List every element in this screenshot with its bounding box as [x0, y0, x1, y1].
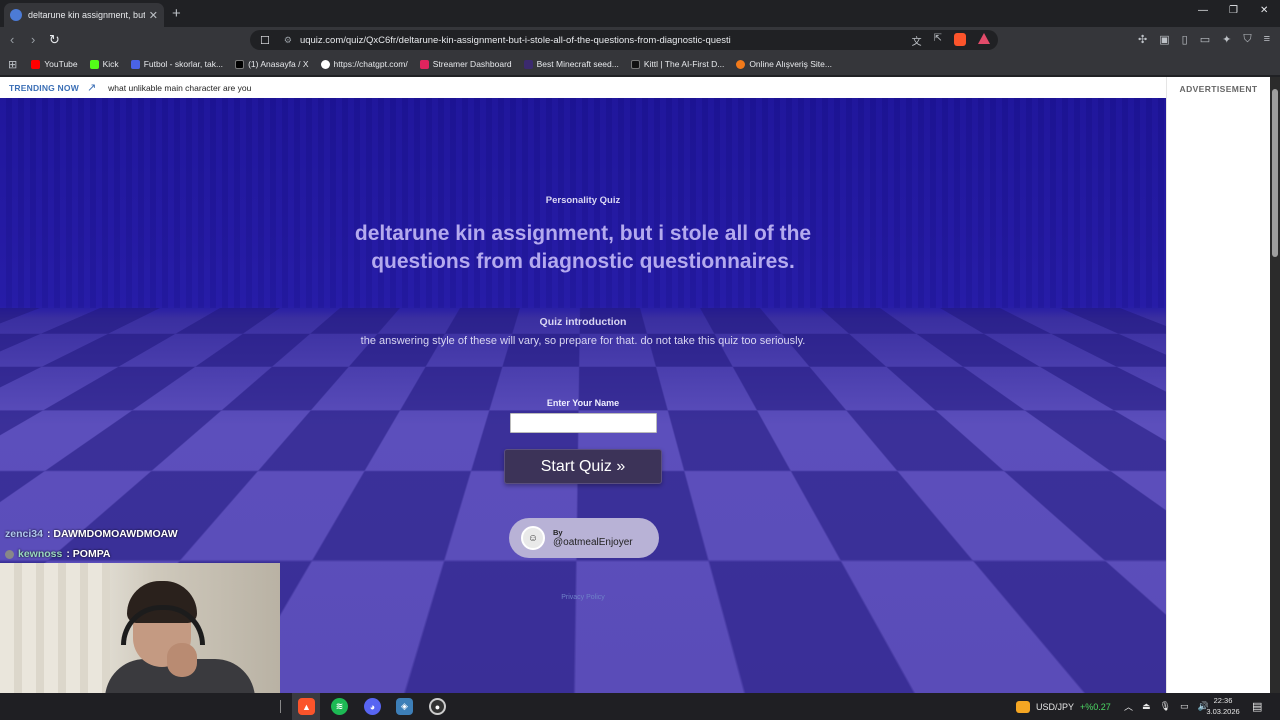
- trending-label: TRENDING NOW: [9, 82, 79, 93]
- clock-date: 3.03.2026: [1206, 707, 1240, 716]
- chat-text: : POMPA: [66, 548, 111, 560]
- tab-close-icon[interactable]: ✕: [149, 9, 158, 22]
- stream-chat-overlay: zenci34 : DAWMDOMOAWDMOAW kewnoss : POMP…: [0, 524, 200, 564]
- name-label: Enter Your Name: [546, 398, 620, 408]
- spotify-taskbar-icon[interactable]: ≋: [331, 698, 348, 715]
- chat-badge-icon: [5, 549, 14, 559]
- bookmark-x[interactable]: (1) Anasayfa / X: [235, 59, 309, 69]
- chat-message: zenci34 : DAWMDOMOAWDMOAW: [0, 524, 200, 544]
- bookmark-streamer-dashboard[interactable]: Streamer Dashboard: [419, 59, 512, 69]
- chat-text: : DAWMDOMOAWDMOAW: [46, 528, 178, 540]
- url-field[interactable]: ☐ ⚙ uquiz.com/quiz/QxC6fr/deltarune-kin-…: [250, 30, 998, 50]
- start-quiz-button[interactable]: Start Quiz »: [504, 449, 662, 484]
- microphone-icon[interactable]: 🎙: [1160, 701, 1171, 712]
- chat-username: zenci34: [5, 528, 43, 540]
- bookmark-online-shopping[interactable]: Online Alışveriş Site...: [736, 59, 832, 69]
- extensions-icon[interactable]: ✣: [1138, 33, 1147, 46]
- bookmark-futbol[interactable]: Futbol - skorlar, tak...: [130, 59, 223, 69]
- x-icon: [235, 59, 245, 69]
- ad-column: ADVERTISEMENT: [1166, 77, 1270, 693]
- notification-icon[interactable]: ▤: [1252, 693, 1262, 720]
- bookmark-kittl[interactable]: Kittl | The AI-First D...: [630, 59, 724, 69]
- shopping-icon: [736, 59, 746, 69]
- system-tray: ︿ ⏏ 🎙 ▭ 🔊: [1124, 693, 1209, 720]
- trending-link[interactable]: what unlikable main character are you: [108, 83, 251, 93]
- futbol-icon: [130, 59, 140, 69]
- display-icon[interactable]: ▭: [1180, 701, 1189, 712]
- wallet-icon[interactable]: ▭: [1200, 33, 1210, 46]
- kittl-icon: [630, 59, 640, 69]
- share-icon[interactable]: ⇱: [934, 33, 942, 48]
- usb-icon[interactable]: ⏏: [1142, 701, 1151, 712]
- fx-pair: USD/JPY: [1036, 701, 1075, 712]
- tray-expand-icon[interactable]: ︿: [1124, 700, 1133, 713]
- webcam-curtain: [0, 563, 110, 693]
- uquiz-favicon-icon: [10, 9, 22, 21]
- bookmark-chatgpt[interactable]: https://chatgpt.com/: [320, 59, 408, 69]
- obs-taskbar-icon[interactable]: ●: [429, 698, 446, 715]
- kick-icon: [89, 59, 99, 69]
- taskbar-clock[interactable]: 22:36 3.03.2026: [1200, 695, 1246, 717]
- author-badge[interactable]: ☺ By @oatmealEnjoyer: [509, 518, 659, 558]
- window-close-button[interactable]: ✕: [1260, 5, 1268, 16]
- currency-icon: [1016, 700, 1030, 713]
- app-taskbar-icon[interactable]: ◈: [396, 698, 413, 715]
- author-by-label: By: [553, 528, 563, 537]
- minecraft-icon: [523, 59, 533, 69]
- vpn-icon[interactable]: ⛉: [1243, 33, 1251, 46]
- brave-shields-icon[interactable]: [954, 33, 966, 46]
- address-bar-row: ‹ › ↻ ☐ ⚙ uquiz.com/quiz/QxC6fr/deltarun…: [0, 27, 1280, 53]
- reload-button[interactable]: ↻: [49, 32, 60, 48]
- page-scrollbar[interactable]: [1270, 77, 1280, 693]
- bookmark-youtube[interactable]: YouTube: [31, 59, 78, 69]
- browser-tab-active[interactable]: deltarune kin assignment, but i s ✕: [4, 3, 164, 27]
- trending-bar: TRENDING NOW ↗ what unlikable main chara…: [0, 77, 1166, 98]
- intro-text: the answering style of these will vary, …: [360, 335, 806, 347]
- dashboard-icon: [419, 59, 429, 69]
- brave-rewards-icon[interactable]: [978, 33, 990, 44]
- media-icon[interactable]: ▣: [1159, 33, 1169, 46]
- quiz-type-label: Personality Quiz: [545, 195, 621, 206]
- leo-ai-icon[interactable]: ✦: [1222, 33, 1231, 46]
- tab-title: deltarune kin assignment, but i s: [28, 10, 145, 20]
- fx-widget[interactable]: USD/JPY +%0.27: [1016, 693, 1111, 720]
- bookmark-minecraft[interactable]: Best Minecraft seed...: [523, 59, 619, 69]
- clock-time: 22:36: [1213, 696, 1233, 705]
- chatgpt-icon: [320, 59, 330, 69]
- bookmark-page-icon[interactable]: ☐: [260, 34, 270, 47]
- bookmark-kick[interactable]: Kick: [89, 59, 119, 69]
- tab-bar: deltarune kin assignment, but i s ✕ + — …: [0, 0, 1280, 27]
- window-restore-button[interactable]: ❐: [1229, 5, 1238, 16]
- streamer-webcam: [0, 563, 280, 693]
- intro-heading: Quiz introduction: [539, 316, 627, 328]
- bookmarks-bar: ⊞ YouTube Kick Futbol - skorlar, tak... …: [0, 53, 1280, 75]
- menu-icon[interactable]: ≡: [1264, 33, 1270, 46]
- author-avatar: ☺: [521, 526, 545, 550]
- scrollbar-thumb[interactable]: [1272, 89, 1278, 257]
- sidebar-icon[interactable]: ▯: [1182, 33, 1188, 46]
- trending-arrow-icon: ↗: [86, 82, 97, 94]
- translate-icon[interactable]: 文: [912, 33, 922, 48]
- chat-username: kewnoss: [18, 548, 63, 560]
- back-button[interactable]: ‹: [10, 32, 14, 47]
- site-info-icon[interactable]: ⚙: [284, 35, 292, 46]
- chat-message: kewnoss : POMPA: [0, 544, 200, 564]
- forward-button[interactable]: ›: [31, 32, 35, 47]
- url-text[interactable]: uquiz.com/quiz/QxC6fr/deltarune-kin-assi…: [300, 35, 860, 46]
- youtube-icon: [31, 59, 41, 69]
- advertisement-label: ADVERTISEMENT: [1179, 84, 1258, 94]
- author-handle: @oatmealEnjoyer: [553, 537, 633, 548]
- quiz-title: deltarune kin assignment, but i stole al…: [354, 222, 812, 273]
- name-input[interactable]: [510, 413, 657, 433]
- brave-browser-taskbar-icon[interactable]: ▲: [298, 698, 315, 715]
- windows-taskbar: ▲ ≋ ◕ ◈ ● USD/JPY +%0.27 ︿ ⏏ 🎙 ▭ 🔊 22:36…: [0, 693, 1280, 720]
- fx-change: +%0.27: [1080, 701, 1111, 712]
- streamer-figure: [105, 581, 255, 693]
- new-tab-button[interactable]: +: [172, 5, 181, 22]
- taskbar-separator: [280, 700, 281, 713]
- apps-grid-icon[interactable]: ⊞: [8, 58, 17, 71]
- discord-taskbar-icon[interactable]: ◕: [364, 698, 381, 715]
- window-minimize-button[interactable]: —: [1198, 5, 1208, 16]
